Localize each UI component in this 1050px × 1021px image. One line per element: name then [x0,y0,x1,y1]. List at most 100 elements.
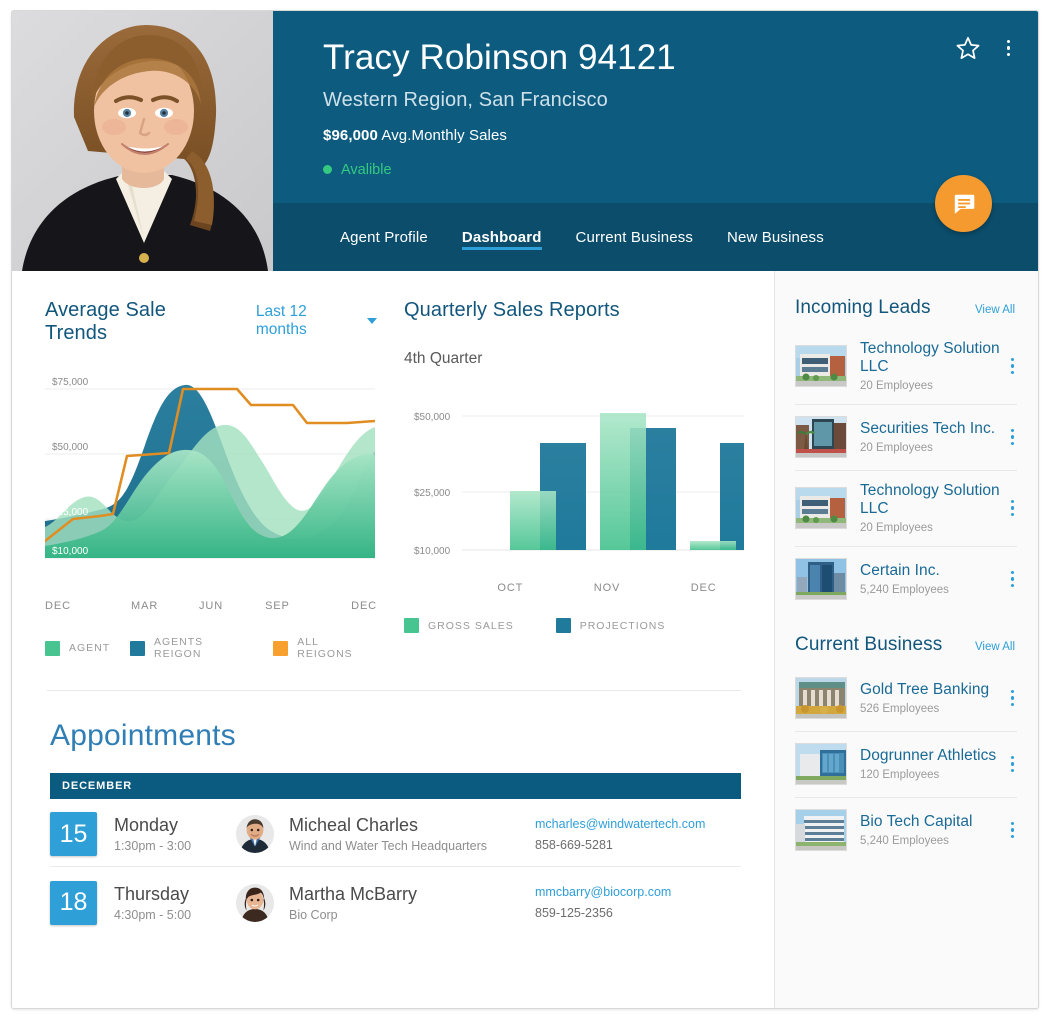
company-employees: 20 Employees [860,522,933,534]
right-sidebar: Incoming Leads View All Technology Solut… [775,271,1038,1008]
more-vertical-icon[interactable] [1008,819,1018,842]
status-label: Avalible [341,161,392,178]
list-item[interactable]: Technology Solution LLC 20 Employees [795,329,1017,405]
list-item[interactable]: Dogrunner Athletics 120 Employees [795,732,1017,798]
company-employees: 5,240 Employees [860,584,949,596]
area-xtick-1: MAR [131,600,159,612]
area-xtick-0: DEC [45,600,71,612]
appointment-row[interactable]: 15 Monday 1:30pm - 3:00 Micheal Charles … [50,799,741,867]
chat-fab-button[interactable] [935,175,992,232]
average-sale-trends-panel: Average Sale Trends Last 12 months $75,0… [12,299,377,660]
company-employees: 5,240 Employees [860,835,949,847]
tab-new-business[interactable]: New Business [710,203,841,271]
more-vertical-icon[interactable] [1008,687,1018,710]
legend-label-gross-sales: GROSS SALES [428,619,514,632]
list-item[interactable]: Securities Tech Inc. 20 Employees [795,405,1017,471]
profile-header: Tracy Robinson 94121 Western Region, San… [12,11,1038,271]
incoming-leads-list: Technology Solution LLC 20 Employees Sec… [795,329,1017,612]
current-business-title: Current Business [795,634,943,655]
appointment-contact-name: Martha McBarry [289,883,418,904]
company-thumbnail [795,416,847,458]
legend-label-agent: AGENT [69,642,111,654]
tab-dashboard[interactable]: Dashboard [445,203,559,271]
header-details: Tracy Robinson 94121 Western Region, San… [273,11,1038,271]
current-business-view-all[interactable]: View All [975,641,1015,653]
agent-photo [12,11,273,271]
header-actions [955,35,1017,61]
list-item[interactable]: Gold Tree Banking 526 Employees [795,666,1017,732]
bar-xtick-oct: OCT [497,582,524,594]
more-vertical-icon[interactable] [1008,753,1018,776]
appointment-day-badge: 18 [50,880,97,925]
area-xtick-2: JUN [198,600,224,612]
main-column: Average Sale Trends Last 12 months $75,0… [12,271,775,1008]
incoming-leads-header: Incoming Leads View All [795,297,1017,319]
bar-xtick-nov: NOV [593,582,621,594]
area-chart-plot: $75,000 $50,000 $25,000 $10,000 DEC MAR … [43,371,377,612]
legend-swatch-agents-reigon [130,640,145,656]
company-thumbnail [795,809,847,851]
tab-agent-profile[interactable]: Agent Profile [323,203,445,271]
more-vertical-icon[interactable] [1008,568,1018,591]
quarterly-sales-panel: Quarterly Sales Reports 4th Quarter $50,… [377,299,774,660]
svg-text:$25,000: $25,000 [52,507,89,518]
appointment-email[interactable]: mmcbarry@biocorp.com [535,885,671,899]
appointment-phone: 858-669-5281 [535,837,613,852]
appointment-row[interactable]: 18 Thursday 4:30pm - 5:00 Martha McBarry… [50,867,741,935]
legend-item-projections: PROJECTIONS [555,618,666,633]
area-chart-xaxis: DEC MAR JUN SEP DEC [45,600,377,612]
legend-label-all-reigons: ALL REIGONS [297,636,353,660]
appointment-contact-name: Micheal Charles [289,815,419,835]
time-range-value: Last 12 months [255,303,307,338]
incoming-leads-view-all[interactable]: View All [975,304,1015,316]
appointments-section: Appointments DECEMBER 15 Monday 1:30pm -… [12,691,774,935]
more-vertical-icon[interactable] [1008,426,1018,449]
tab-current-business[interactable]: Current Business [559,203,710,271]
nav-tabs: Agent Profile Dashboard Current Business… [273,203,1038,271]
legend-item-all-reigons: ALL REIGONS [273,636,377,660]
list-item[interactable]: Certain Inc. 5,240 Employees [795,547,1017,612]
appointments-title: Appointments [50,719,236,752]
app-frame: Tracy Robinson 94121 Western Region, San… [11,10,1039,1009]
bar-chart-title: Quarterly Sales Reports [404,299,620,321]
appointment-weekday: Thursday [114,883,190,904]
appointment-time: 1:30pm - 3:00 [114,839,192,853]
current-business-list: Gold Tree Banking 526 Employees Dogrunne… [795,666,1017,863]
chat-bubble-icon [954,194,974,214]
list-item[interactable]: Bio Tech Capital 5,240 Employees [795,798,1017,863]
more-vertical-icon[interactable] [1008,355,1018,378]
company-employees: 20 Employees [860,442,933,454]
charts-row: Average Sale Trends Last 12 months $75,0… [12,271,774,660]
legend-item-agents-reigon: AGENTS REIGON [130,636,253,660]
legend-item-agent: AGENT [45,640,111,656]
area-xtick-4: DEC [351,600,378,612]
legend-swatch-projections [555,618,571,633]
bar-chart-xaxis: OCT NOV DEC [404,582,752,594]
appointment-weekday: Monday [114,815,179,835]
appointment-email[interactable]: mcharles@windwatertech.com [535,817,705,831]
time-range-dropdown[interactable]: Last 12 months [256,303,377,339]
status-dot-icon [323,165,332,174]
company-thumbnail [795,345,847,387]
legend-item-gross-sales: GROSS SALES [404,618,514,633]
area-chart-title: Average Sale Trends [45,299,166,344]
company-name: Bio Tech Capital [860,813,973,830]
star-icon[interactable] [955,35,981,61]
more-vertical-icon[interactable] [1008,497,1018,520]
more-vertical-icon[interactable] [1001,38,1017,59]
agent-sales: $96,000 Avg.Monthly Sales [323,127,1038,144]
incoming-leads-title: Incoming Leads [795,297,931,318]
agent-region: Western Region, San Francisco [323,88,608,111]
bar-chart-subtitle: 4th Quarter [404,350,483,367]
appointment-phone: 859-125-2356 [535,906,613,920]
appointment-contact-org: Wind and Water Tech Headquarters [289,839,488,853]
company-thumbnail [795,558,847,600]
company-name: Technology Solution LLC [860,482,1000,517]
agent-sales-label: Avg.Monthly Sales [377,126,508,144]
company-employees: 120 Employees [860,769,940,781]
list-item[interactable]: Technology Solution LLC 20 Employees [795,471,1017,547]
legend-label-agents-reigon: AGENTS REIGON [154,636,204,660]
company-employees: 526 Employees [860,703,940,715]
appointment-day-badge: 15 [50,812,97,856]
bar-chart-legend: GROSS SALES PROJECTIONS [404,618,752,633]
